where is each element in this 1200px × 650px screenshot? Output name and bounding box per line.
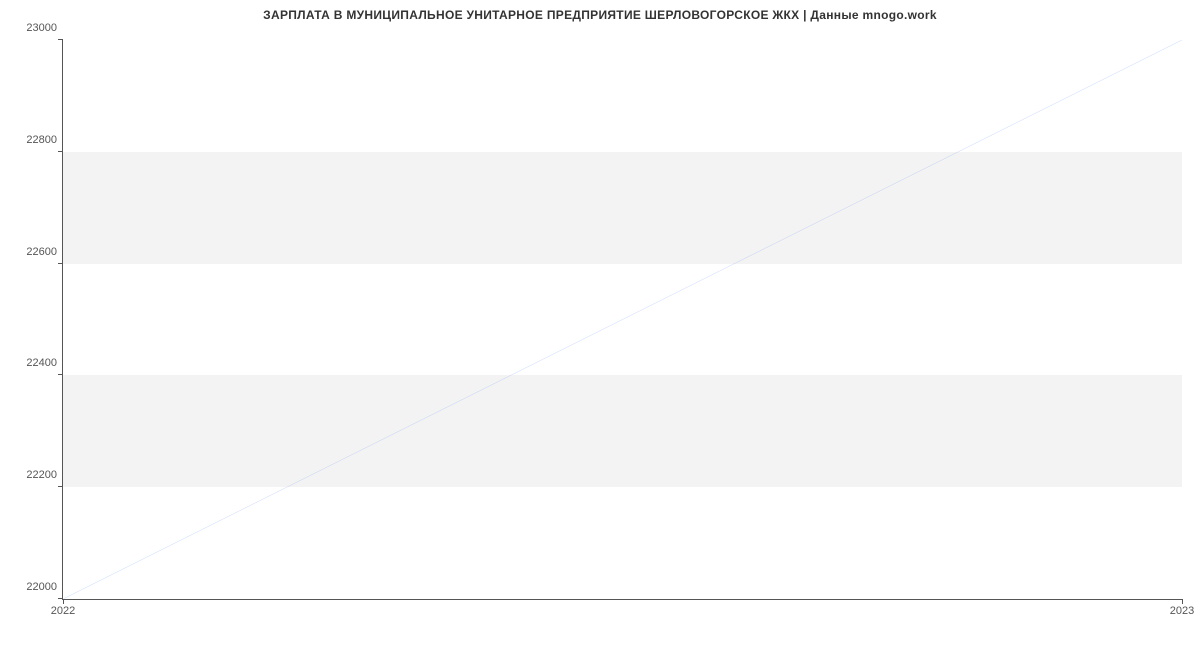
x-tick-mark <box>1182 599 1183 604</box>
x-tick-mark <box>63 599 64 604</box>
y-tick-label: 22000 <box>26 581 57 593</box>
chart-plot-area: 22000 22200 22400 22600 22800 23000 2022… <box>62 40 1182 600</box>
y-tick-label: 22600 <box>26 246 57 258</box>
y-tick-label: 22200 <box>26 469 57 481</box>
y-tick-label: 22800 <box>26 134 57 146</box>
plot-box: 22000 22200 22400 22600 22800 23000 2022… <box>62 40 1182 600</box>
chart-title: ЗАРПЛАТА В МУНИЦИПАЛЬНОЕ УНИТАРНОЕ ПРЕДП… <box>0 0 1200 22</box>
y-tick-label: 23000 <box>26 22 57 34</box>
x-tick-label: 2022 <box>51 605 75 617</box>
y-tick-label: 22400 <box>26 357 57 369</box>
x-tick-label: 2023 <box>1170 605 1194 617</box>
line-series <box>63 40 1182 599</box>
